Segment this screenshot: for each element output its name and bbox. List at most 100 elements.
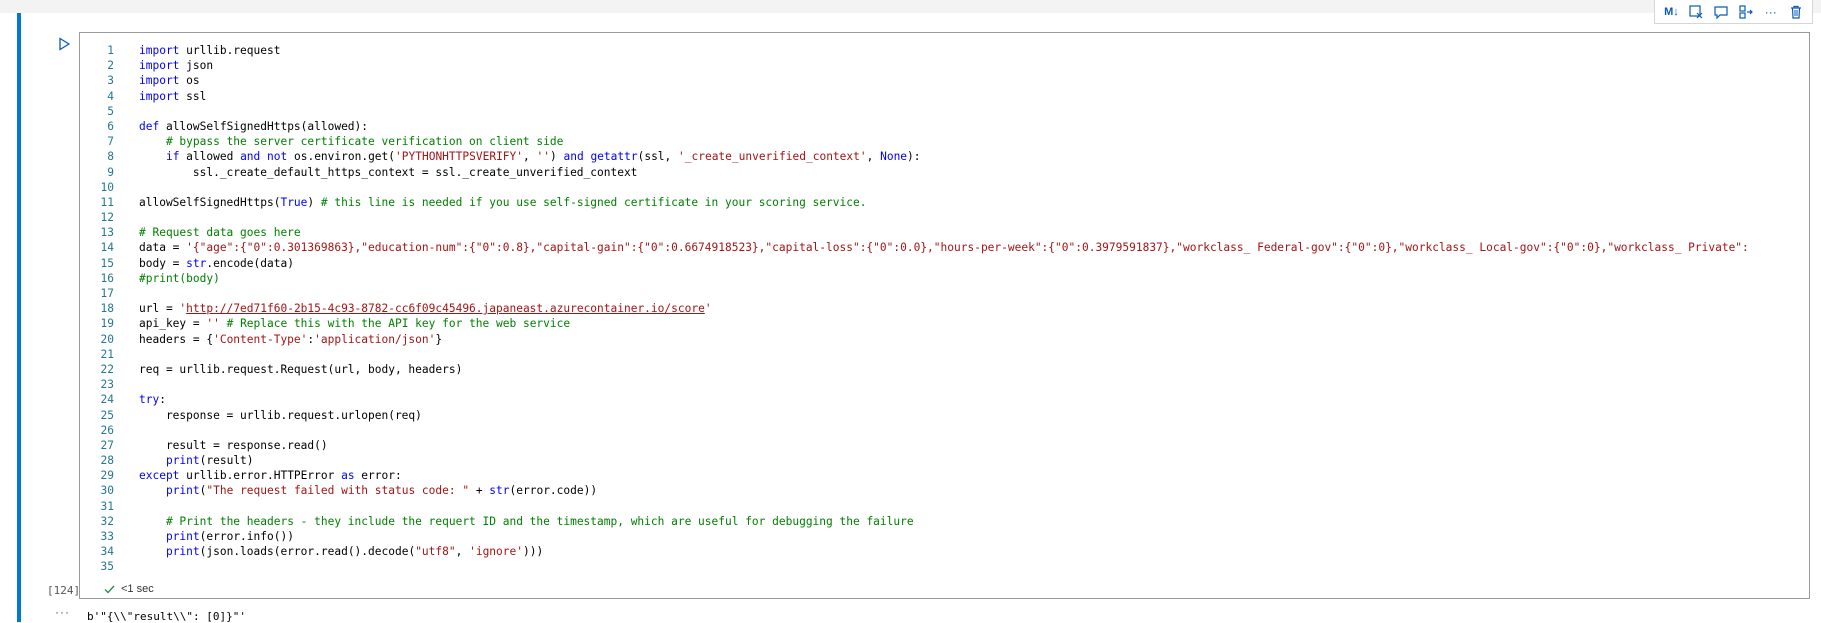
code-text: url = 'http://7ed71f60-2b15-4c93-8782-cc… (139, 302, 712, 316)
trash-icon (1789, 5, 1803, 19)
code-line: 32 # Print the headers - they include th… (80, 514, 1809, 529)
code-text: print(result) (165, 454, 254, 468)
cell-toolbar: M↓ ··· (1654, 0, 1813, 24)
check-icon (104, 585, 115, 594)
code-line: 2 import json (80, 58, 1809, 73)
more-label: ··· (1764, 4, 1777, 19)
line-number: 29 (100, 469, 114, 483)
line-number: 31 (100, 499, 114, 513)
code-line: 11 allowSelfSignedHttps(True) # this line… (80, 195, 1809, 210)
line-number: 12 (100, 211, 114, 225)
line-number: 8 (107, 150, 114, 164)
code-text: import urllib.request (139, 44, 281, 57)
code-cell-editor[interactable]: 1 import urllib.request 2 import json 3 impor… (79, 32, 1810, 599)
code-line: 18 url = 'http://7ed71f60-2b15-4c93-8782-… (80, 301, 1809, 316)
line-number: 21 (100, 347, 114, 361)
code-text: import ssl (139, 89, 207, 103)
line-number: 23 (100, 378, 114, 392)
clear-output-icon (1689, 4, 1703, 19)
comment-icon (1714, 5, 1728, 19)
code-line: 17 (80, 286, 1809, 301)
line-number: 16 (100, 271, 114, 285)
code-line: 14 data = '{"age":{"0":0.301369863},"educ… (80, 240, 1809, 255)
line-number: 5 (107, 104, 114, 118)
line-number: 14 (100, 241, 114, 255)
code-line: 30 print("The request failed with status… (80, 483, 1809, 498)
code-text: #print(body) (139, 271, 220, 285)
code-text: # Print the headers - they include the r… (165, 514, 914, 528)
code-text: except urllib.error.HTTPError as error: (139, 469, 402, 483)
line-number: 6 (107, 119, 114, 133)
code-line: 25 response = urllib.request.urlopen(req… (80, 408, 1809, 423)
code-line: 7 # bypass the server certificate verifi… (80, 134, 1809, 149)
code-line: 16 #print(body) (80, 271, 1809, 286)
top-band (0, 0, 1821, 13)
code-line: 34 print(json.loads(error.read().decode(… (80, 544, 1809, 559)
line-number: 15 (100, 256, 114, 270)
line-number: 28 (100, 454, 114, 468)
line-number: 9 (107, 165, 114, 179)
code-text: print(error.info()) (165, 530, 294, 543)
line-number: 34 (100, 545, 114, 559)
code-line: 21 (80, 347, 1809, 362)
line-number: 17 (100, 287, 114, 300)
code-line: 9 ssl._create_default_https_context = ss… (80, 165, 1809, 180)
line-number: 1 (107, 44, 114, 57)
line-number: 26 (100, 423, 114, 437)
code-line: 8 if allowed and not os.environ.get('PYT… (80, 149, 1809, 164)
delete-cell-button[interactable] (1785, 2, 1807, 22)
code-text: body = str.encode(data) (139, 256, 294, 270)
code-text: print(json.loads(error.read().decode("ut… (165, 545, 544, 559)
line-number: 25 (100, 408, 114, 422)
run-cell-button[interactable] (54, 36, 74, 56)
cell-output: b'"{\\"result\\": [0]}"' (87, 610, 246, 623)
code-text: if allowed and not os.environ.get('PYTHO… (165, 150, 921, 164)
code-line: 15 body = str.encode(data) (80, 256, 1809, 271)
active-cell-indicator (17, 13, 21, 622)
line-number: 35 (100, 560, 114, 574)
more-actions-button[interactable]: ··· (1760, 2, 1782, 22)
add-comment-button[interactable] (1710, 2, 1732, 22)
line-number: 11 (100, 195, 114, 209)
code-line: 23 (80, 377, 1809, 392)
code-line: 13 # Request data goes here (80, 225, 1809, 240)
execution-time: <1 sec (121, 583, 154, 595)
code-lines: 1 import urllib.request 2 import json 3 impor… (80, 43, 1809, 575)
split-cell-icon (1739, 4, 1753, 19)
code-line: 33 print(error.info()) (80, 529, 1809, 544)
code-text: import json (139, 59, 214, 73)
line-number: 22 (100, 362, 114, 376)
split-cell-button[interactable] (1735, 2, 1757, 22)
line-number: 13 (100, 226, 114, 240)
code-text: allowSelfSignedHttps(True) # this line i… (139, 195, 867, 209)
code-line: 35 (80, 559, 1809, 574)
clear-output-button[interactable] (1685, 2, 1707, 22)
play-icon (58, 36, 71, 56)
code-text: import os (139, 74, 200, 88)
code-text: api_key = '' # Replace this with the API… (139, 317, 571, 331)
code-text: def allowSelfSignedHttps(allowed): (139, 119, 369, 133)
line-number: 20 (100, 332, 114, 346)
line-number: 33 (100, 530, 114, 543)
code-line: 1 import urllib.request (80, 43, 1809, 58)
code-text: # bypass the server certificate verifica… (165, 135, 564, 149)
line-number: 18 (100, 302, 114, 316)
code-text: data = '{"age":{"0":0.301369863},"educat… (139, 241, 1749, 255)
code-line: 28 print(result) (80, 453, 1809, 468)
code-text: # Request data goes here (139, 226, 301, 240)
code-line: 5 (80, 104, 1809, 119)
code-line: 20 headers = {'Content-Type':'application… (80, 332, 1809, 347)
output-more-button[interactable]: ··· (55, 605, 70, 619)
line-number: 24 (100, 393, 114, 407)
execution-status: <1 sec (104, 583, 154, 595)
line-number: 4 (107, 89, 114, 103)
code-line: 4 import ssl (80, 89, 1809, 104)
code-text: ssl._create_default_https_context = ssl.… (139, 165, 638, 179)
code-text: headers = {'Content-Type':'application/j… (139, 332, 443, 346)
markdown-label: M↓ (1664, 5, 1679, 18)
markdown-toggle-button[interactable]: M↓ (1660, 2, 1682, 22)
code-text: response = urllib.request.urlopen(req) (139, 408, 422, 422)
line-number: 27 (100, 438, 114, 452)
code-line: 31 (80, 499, 1809, 514)
code-line: 3 import os (80, 73, 1809, 88)
